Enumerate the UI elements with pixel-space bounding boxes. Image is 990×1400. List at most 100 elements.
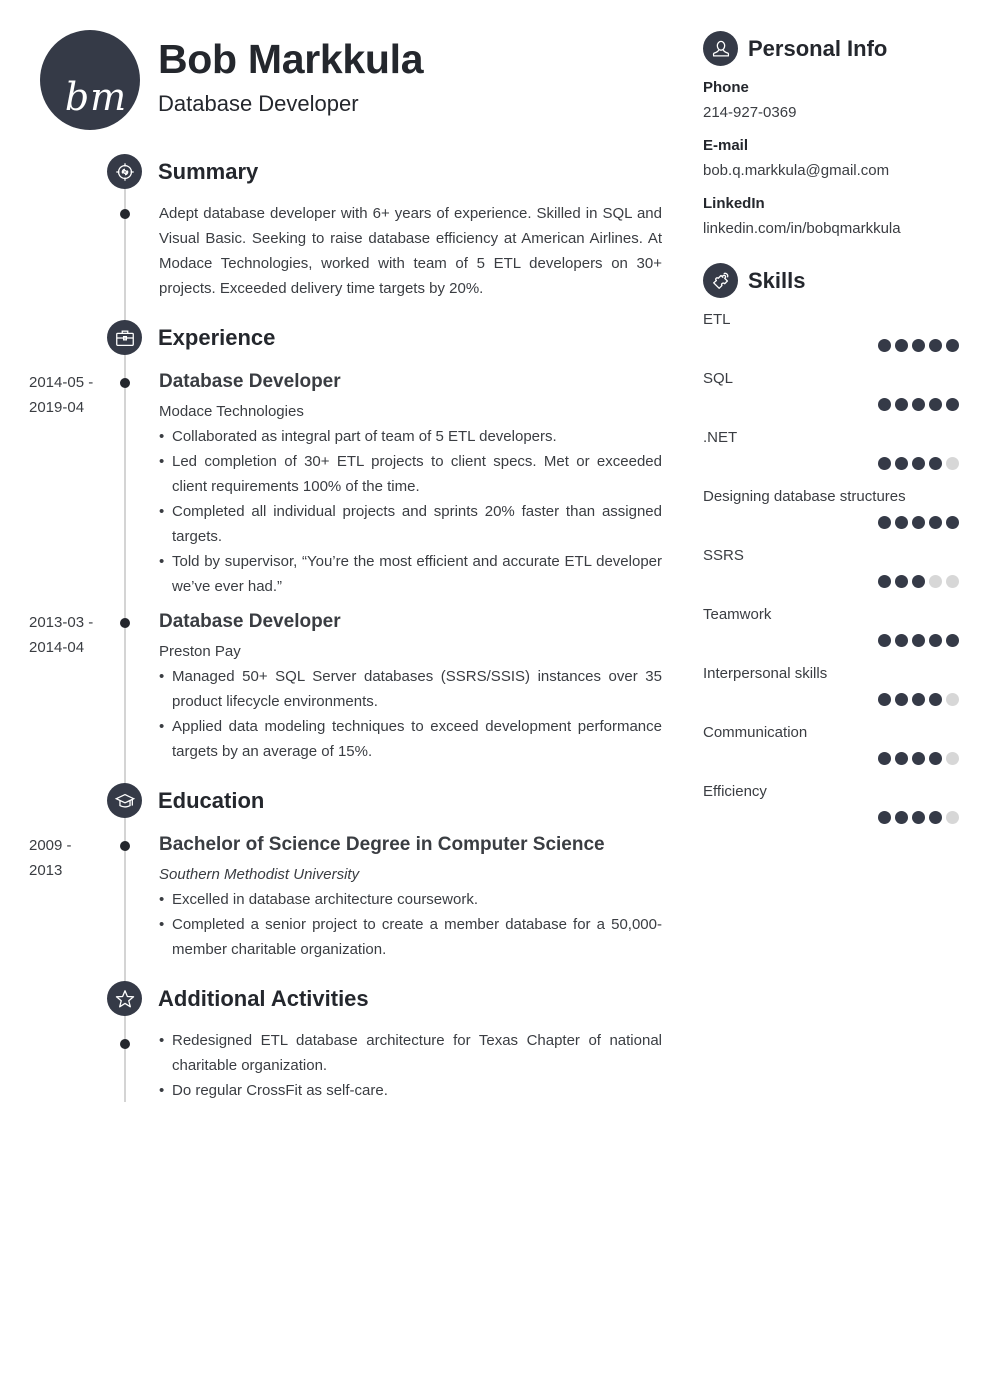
rating-dot-empty bbox=[946, 752, 959, 765]
skill-rating bbox=[878, 398, 959, 411]
rating-dot-empty bbox=[929, 575, 942, 588]
skill-name: Interpersonal skills bbox=[703, 665, 828, 682]
email-value: bob.q.markkula@gmail.com bbox=[703, 162, 890, 179]
monogram-initials: bm bbox=[64, 75, 128, 119]
summary-text: Adept database developer with 6+ years o… bbox=[159, 205, 662, 297]
puzzle-icon bbox=[703, 263, 738, 298]
entry-title: Database Developer bbox=[159, 371, 341, 392]
rating-dot-filled bbox=[895, 693, 908, 706]
skill-name: Efficiency bbox=[703, 783, 767, 800]
experience-entry: Database Developer Preston Pay Managed 5… bbox=[159, 611, 662, 764]
rating-dot-filled bbox=[878, 811, 891, 824]
rating-dot-filled bbox=[946, 398, 959, 411]
rating-dot-filled bbox=[895, 339, 908, 352]
star-icon bbox=[107, 981, 142, 1016]
rating-dot-filled bbox=[895, 457, 908, 470]
rating-dot-filled bbox=[912, 398, 925, 411]
entry-company: Preston Pay bbox=[159, 643, 241, 660]
user-icon bbox=[703, 31, 738, 66]
skill-item: Efficiency bbox=[703, 782, 959, 841]
entry-bullets: Excelled in database architecture course… bbox=[159, 887, 662, 962]
rating-dot-filled bbox=[878, 752, 891, 765]
rating-dot-filled bbox=[878, 339, 891, 352]
skill-name: Teamwork bbox=[703, 606, 772, 623]
skill-rating bbox=[878, 339, 959, 352]
skill-name: ETL bbox=[703, 311, 731, 328]
rating-dot-filled bbox=[895, 516, 908, 529]
timeline-dot bbox=[120, 1039, 130, 1049]
education-entry: Bachelor of Science Degree in Computer S… bbox=[159, 834, 662, 962]
experience-entry: Database Developer Modace Technologies C… bbox=[159, 371, 662, 599]
bullet-item: Redesigned ETL database architecture for… bbox=[159, 1028, 662, 1078]
skill-name: Designing database structures bbox=[703, 488, 906, 505]
rating-dot-empty bbox=[946, 575, 959, 588]
skill-rating bbox=[878, 693, 959, 706]
skill-name: Communication bbox=[703, 724, 808, 741]
rating-dot-filled bbox=[929, 398, 942, 411]
phone-value: 214-927-0369 bbox=[703, 104, 797, 121]
rating-dot-filled bbox=[895, 634, 908, 647]
bullet-item: Led completion of 30+ ETL projects to cl… bbox=[159, 449, 662, 499]
rating-dot-filled bbox=[878, 516, 891, 529]
timeline-line bbox=[124, 170, 126, 1102]
experience-date: 2014-05 - 2019-04 bbox=[29, 370, 109, 420]
rating-dot-filled bbox=[929, 516, 942, 529]
email-label: E-mail bbox=[703, 137, 749, 154]
skill-item: SSRS bbox=[703, 546, 959, 605]
rating-dot-filled bbox=[929, 339, 942, 352]
personal-info-list: Phone 214-927-0369 E-mail bob.q.markkula… bbox=[703, 78, 973, 252]
section-title-education: Education bbox=[158, 788, 265, 813]
entry-title: Database Developer bbox=[159, 611, 341, 632]
bullet-item: Collaborated as integral part of team of… bbox=[159, 424, 662, 449]
rating-dot-filled bbox=[912, 575, 925, 588]
skill-rating bbox=[878, 634, 959, 647]
rating-dot-filled bbox=[878, 457, 891, 470]
timeline-dot bbox=[120, 841, 130, 851]
skill-rating bbox=[878, 575, 959, 588]
rating-dot-filled bbox=[878, 693, 891, 706]
date-start: 2014-05 - bbox=[29, 374, 94, 391]
education-date: 2009 - 2013 bbox=[29, 833, 109, 883]
school-name: Southern Methodist University bbox=[159, 866, 360, 883]
rating-dot-filled bbox=[895, 575, 908, 588]
rating-dot-filled bbox=[946, 339, 959, 352]
linkedin-value: linkedin.com/in/bobqmarkkula bbox=[703, 220, 901, 237]
bullet-item: Told by supervisor, “You’re the most eff… bbox=[159, 549, 662, 599]
timeline-dot bbox=[120, 378, 130, 388]
rating-dot-filled bbox=[929, 693, 942, 706]
skill-item: Designing database structures bbox=[703, 487, 959, 546]
skill-item: Communication bbox=[703, 723, 959, 782]
rating-dot-filled bbox=[912, 752, 925, 765]
section-title-personal-info: Personal Info bbox=[748, 36, 888, 61]
bullet-item: Completed a senior project to create a m… bbox=[159, 912, 662, 962]
skill-rating bbox=[878, 811, 959, 824]
skill-rating bbox=[878, 752, 959, 765]
candidate-title: Database Developer bbox=[158, 91, 359, 116]
bullet-item: Do regular CrossFit as self-care. bbox=[159, 1078, 662, 1103]
rating-dot-filled bbox=[895, 752, 908, 765]
bullet-item: Applied data modeling techniques to exce… bbox=[159, 714, 662, 764]
rating-dot-filled bbox=[946, 516, 959, 529]
bullet-item: Excelled in database architecture course… bbox=[159, 887, 662, 912]
entry-company: Modace Technologies bbox=[159, 403, 304, 420]
timeline-dot bbox=[120, 209, 130, 219]
date-start: 2013-03 - bbox=[29, 614, 94, 631]
section-title-activities: Additional Activities bbox=[158, 986, 369, 1011]
monogram-avatar: bm bbox=[40, 30, 140, 130]
skill-item: .NET bbox=[703, 428, 959, 487]
skill-name: SSRS bbox=[703, 547, 744, 564]
rating-dot-filled bbox=[878, 575, 891, 588]
skill-item: SQL bbox=[703, 369, 959, 428]
linkedin-label: LinkedIn bbox=[703, 195, 765, 212]
rating-dot-filled bbox=[912, 693, 925, 706]
resume-page: bm Bob Markkula Database Developer Summa… bbox=[0, 0, 990, 1400]
skill-name: .NET bbox=[703, 429, 738, 446]
skill-name: SQL bbox=[703, 370, 734, 387]
entry-bullets: Collaborated as integral part of team of… bbox=[159, 424, 662, 599]
section-title-experience: Experience bbox=[158, 325, 276, 350]
briefcase-icon bbox=[107, 320, 142, 355]
rating-dot-filled bbox=[895, 398, 908, 411]
degree-title: Bachelor of Science Degree in Computer S… bbox=[159, 834, 605, 855]
activities-entry: Redesigned ETL database architecture for… bbox=[159, 1028, 662, 1103]
skill-item: Interpersonal skills bbox=[703, 664, 959, 723]
